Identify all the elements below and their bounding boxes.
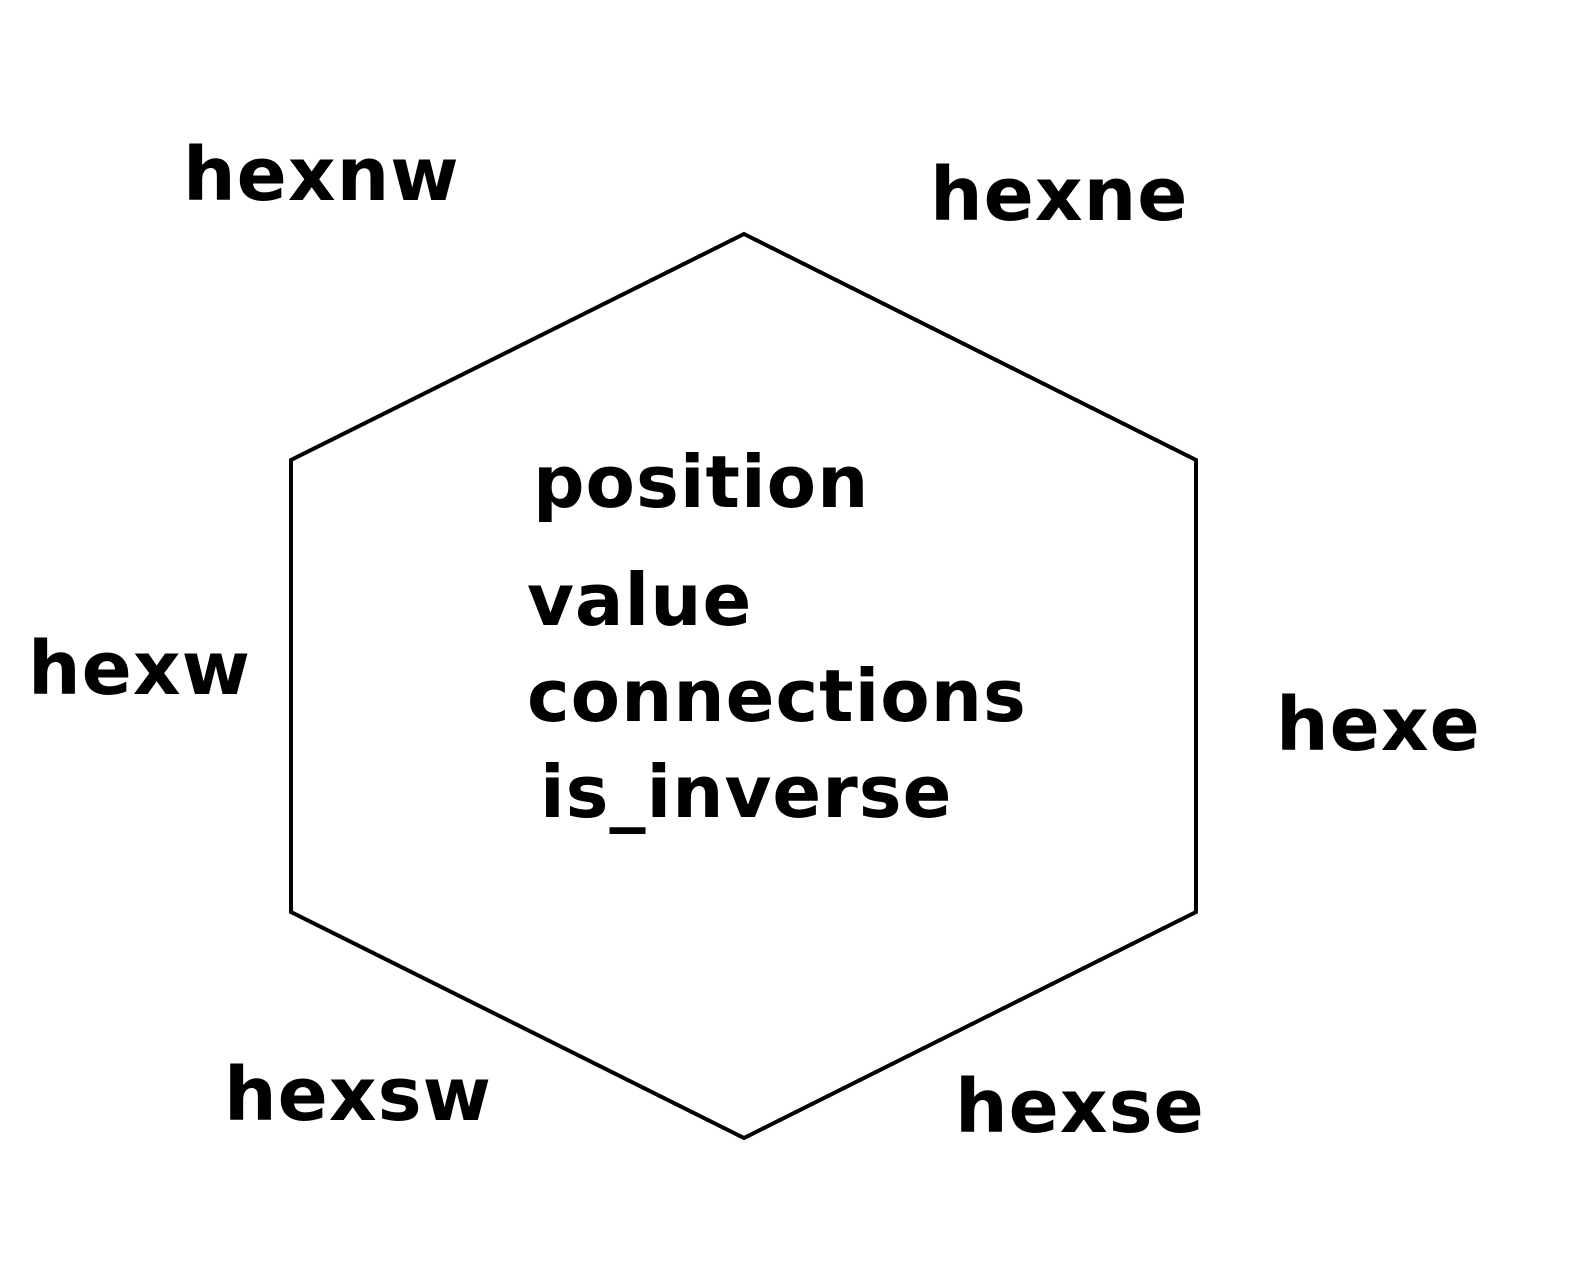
field-connections: connections <box>527 654 1027 738</box>
diagram-canvas: hexnw hexne hexw hexe hexsw hexse positi… <box>0 0 1584 1264</box>
neighbor-label-nw: hexnw <box>183 132 460 218</box>
neighbor-label-sw: hexsw <box>224 1052 493 1138</box>
neighbor-label-ne: hexne <box>930 152 1189 238</box>
neighbor-label-w: hexw <box>28 626 251 712</box>
field-position: position <box>533 440 870 524</box>
field-is-inverse: is_inverse <box>540 750 953 834</box>
neighbor-label-e: hexe <box>1276 682 1481 768</box>
field-value: value <box>527 558 753 642</box>
neighbor-label-se: hexse <box>955 1064 1205 1150</box>
